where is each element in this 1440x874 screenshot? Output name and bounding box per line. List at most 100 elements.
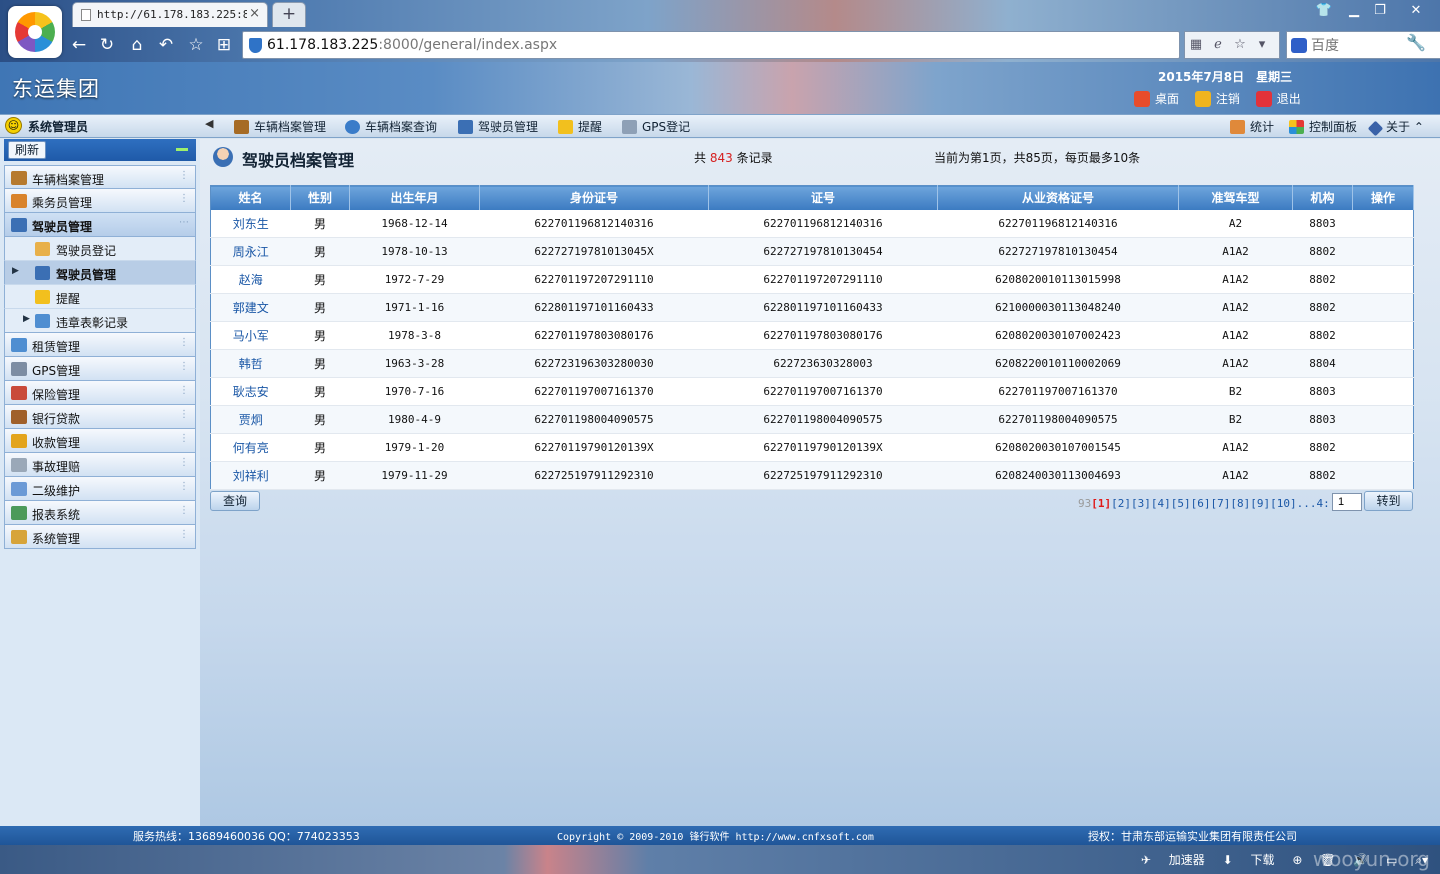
apps-grid-icon[interactable]: ⊞ <box>213 34 235 56</box>
pager-page-link[interactable]: [3] <box>1131 497 1151 510</box>
table-row[interactable]: 刘东生男 1968-12-14 622701196812140316 62270119… <box>210 209 1414 238</box>
accelerator-button[interactable]: ✈ 加速器 <box>1141 853 1205 867</box>
sidebar-subitem-driver-manage[interactable]: ▶ 驾驶员管理 <box>4 261 196 285</box>
browser-tab[interactable]: http://61.178.183.225:800 × <box>72 2 268 27</box>
desktop-link[interactable]: 桌面 <box>1134 90 1179 107</box>
skin-shirt-icon[interactable]: 👕 <box>1310 2 1338 20</box>
pager-page-link[interactable]: [6] <box>1191 497 1211 510</box>
ie-mode-icon[interactable]: ℯ <box>1207 32 1229 58</box>
sidebar-item-report[interactable]: 报表系统 ⋮ <box>4 501 196 525</box>
desktop-label: 桌面 <box>1155 92 1180 106</box>
driver-name-link[interactable]: 耿志安 <box>210 377 291 406</box>
toolbar-gps-register[interactable]: GPS登记 <box>622 118 690 135</box>
sidebar-item-payment[interactable]: 收款管理 ⋮ <box>4 429 196 453</box>
table-cell: 8803 <box>1292 377 1353 406</box>
wrench-tools-icon[interactable]: 🔧▾ <box>1406 33 1434 52</box>
driver-name-link[interactable]: 刘祥利 <box>210 461 291 490</box>
sidebar-item-accident[interactable]: 事故理赔 ⋮ <box>4 453 196 477</box>
driver-name-link[interactable]: 赵海 <box>210 265 291 294</box>
driver-name-link[interactable]: 韩哲 <box>210 349 291 378</box>
exit-link[interactable]: 退出 <box>1255 90 1301 107</box>
goto-page-button[interactable]: 转到 <box>1364 491 1413 511</box>
logout-icon <box>1194 91 1211 107</box>
driver-name-link[interactable]: 刘东生 <box>210 209 291 238</box>
toolbar-vehicle-archive[interactable]: 车辆档案管理 <box>234 118 326 135</box>
dropdown-icon[interactable]: ▾ <box>1251 32 1273 58</box>
driver-name-link[interactable]: 郭建文 <box>210 293 291 322</box>
favorite-star-icon[interactable]: ☆ <box>185 34 207 56</box>
sidebar-subitem-driver-register[interactable]: 驾驶员登记 <box>4 237 196 261</box>
scroll-left-icon[interactable]: ◀ <box>205 117 213 130</box>
sidebar-item-driver[interactable]: 驾驶员管理 ⋯ <box>4 213 196 237</box>
bookmark-star-icon[interactable]: ☆ <box>1229 32 1251 58</box>
driver-name-link[interactable]: 周永江 <box>210 237 291 266</box>
table-cell: 622701197207291110 <box>479 265 709 294</box>
table-row[interactable]: 何有亮男 1979-1-20 62270119790120139X 622701197… <box>210 433 1414 462</box>
pager-page-link[interactable]: [5] <box>1171 497 1191 510</box>
table-row[interactable]: 耿志安男 1970-7-16 622701197007161370 622701197… <box>210 377 1414 406</box>
browser-logo-icon[interactable] <box>8 6 62 58</box>
table-row[interactable]: 贾炯男 1980-4-9 622701198004090575 62270119800… <box>210 405 1414 434</box>
sidebar-item-bank-loan[interactable]: 银行贷款 ⋮ <box>4 405 196 429</box>
sidebar-subitem-reminder[interactable]: 提醒 <box>4 285 196 309</box>
record-count: 共 843 条记录 <box>694 149 773 166</box>
tab-close-icon[interactable]: × <box>249 6 260 21</box>
table-row[interactable]: 赵海男 1972-7-29 622701197207291110 6227011972… <box>210 265 1414 294</box>
toolbar-reminder[interactable]: 提醒 <box>558 118 602 135</box>
sidebar-item-insurance[interactable]: 保险管理 ⋮ <box>4 381 196 405</box>
collapse-icon[interactable] <box>176 148 188 151</box>
new-tab-button[interactable]: + <box>272 2 306 27</box>
sidebar-item-label: 报表系统 <box>32 508 81 522</box>
address-url[interactable]: 61.178.183.225:8000/general/index.aspx <box>267 37 557 53</box>
table-cell: 1971-1-16 <box>349 293 480 322</box>
pager-page-link[interactable]: [7] <box>1211 497 1231 510</box>
back-arrow-icon[interactable]: ← <box>68 34 90 56</box>
driver-name-link[interactable]: 马小军 <box>210 321 291 350</box>
table-row[interactable]: 马小军男 1978-3-8 622701197803080176 6227011978… <box>210 321 1414 350</box>
table-cell: 622701197803080176 <box>708 321 938 350</box>
table-row[interactable]: 韩哲男 1963-3-28 622723196303280030 6227236303… <box>210 349 1414 378</box>
pager-page-link[interactable]: [9] <box>1250 497 1270 510</box>
close-icon[interactable]: ✕ <box>1402 2 1430 20</box>
sidebar-item-label: 驾驶员管理 <box>32 220 93 234</box>
sidebar-item-system[interactable]: 系统管理 ⋮ <box>4 525 196 549</box>
query-button[interactable]: 查询 <box>210 491 260 511</box>
address-bar[interactable]: 61.178.183.225:8000/general/index.aspx <box>242 31 1180 59</box>
sidebar-item-gps[interactable]: GPS管理 ⋮ <box>4 357 196 381</box>
download-button[interactable]: ⬇ 下载 <box>1223 853 1275 867</box>
driver-name-link[interactable]: 贾炯 <box>210 405 291 434</box>
sidebar-item-maintenance[interactable]: 二级维护 ⋮ <box>4 477 196 501</box>
pager-page-link[interactable]: [8] <box>1230 497 1250 510</box>
accelerator-label: 加速器 <box>1168 853 1205 867</box>
sidebar-item-vehicle-archive[interactable]: 车辆档案管理 ⋮ <box>4 165 196 189</box>
logout-link[interactable]: 注销 <box>1194 90 1240 107</box>
pager-page-link[interactable]: [4] <box>1151 497 1171 510</box>
table-cell: B2 <box>1178 377 1293 406</box>
toolbar-driver-manage[interactable]: 驾驶员管理 <box>458 118 538 135</box>
table-row[interactable]: 郭建文男 1971-1-16 622801197101160433 622801197… <box>210 293 1414 322</box>
add-icon[interactable]: ⊕ <box>1292 853 1302 867</box>
baidu-paw-icon[interactable] <box>1291 38 1307 53</box>
refresh-button[interactable]: 刷新 <box>8 141 47 159</box>
toolbar-statistics[interactable]: 统计 <box>1230 118 1274 135</box>
pager-page-link[interactable]: [2] <box>1111 497 1131 510</box>
page-number-input[interactable] <box>1332 493 1362 511</box>
toolbar-vehicle-query[interactable]: 车辆档案查询 <box>345 118 437 135</box>
sidebar-item-crew[interactable]: 乘务员管理 ⋮ <box>4 189 196 213</box>
restore-icon[interactable]: ❐ <box>1366 2 1394 20</box>
table-row[interactable]: 刘祥利男 1979-11-29 622725197911292310 62272519… <box>210 461 1414 490</box>
toolbar-about[interactable]: 关于 ⌃ <box>1367 118 1424 137</box>
sidebar-subitem-violation-record[interactable]: ▶ 违章表彰记录 <box>4 309 196 333</box>
reload-icon[interactable]: ↻ <box>96 34 118 56</box>
undo-icon[interactable]: ↶ <box>155 34 177 56</box>
home-icon[interactable]: ⌂ <box>126 34 148 56</box>
action-cell <box>1352 349 1414 378</box>
pager-page-link[interactable]: [10] <box>1270 497 1297 510</box>
qrcode-icon[interactable]: ▦ <box>1185 32 1207 58</box>
toolbar-control-panel[interactable]: 控制面板 <box>1289 118 1357 135</box>
minimize-icon[interactable]: ▁ <box>1340 2 1368 20</box>
sidebar-item-lease[interactable]: 租赁管理 ⋮ <box>4 333 196 357</box>
table-cell: 8802 <box>1292 265 1353 294</box>
driver-name-link[interactable]: 何有亮 <box>210 433 291 462</box>
table-row[interactable]: 周永江男 1978-10-13 62272719781013045X 62272719… <box>210 237 1414 266</box>
